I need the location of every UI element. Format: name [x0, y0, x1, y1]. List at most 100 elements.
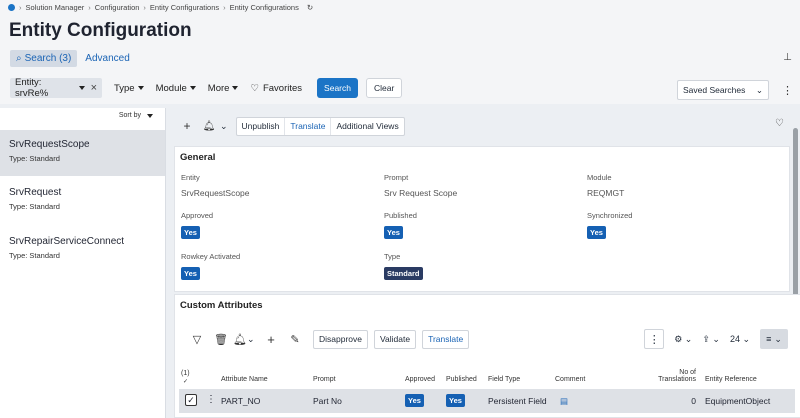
type-filter-label: Type: [114, 82, 135, 94]
add-icon[interactable]: +: [259, 332, 283, 347]
export-icon[interactable]: ⇪ ⌄: [702, 334, 720, 345]
translate-button[interactable]: Translate: [285, 117, 332, 135]
list-item[interactable]: SrvRequestScope Type: Standard: [0, 130, 165, 176]
more-options-icon[interactable]: ⋮: [644, 329, 665, 349]
page-title: Entity Configuration: [9, 20, 192, 41]
refresh-icon[interactable]: ↻: [307, 3, 313, 12]
sort-by-label: Sort by: [118, 112, 141, 119]
column-approved[interactable]: Approved: [405, 376, 435, 383]
type-label: Type: [384, 252, 401, 261]
close-icon[interactable]: ×: [91, 82, 97, 94]
page-size-select[interactable]: 24 ⌄: [730, 334, 750, 345]
custom-attributes-card: Custom Attributes ▽ 🗑︎ 🔔︎ ⌄ + ✎ Disappro…: [174, 294, 800, 418]
tab-advanced[interactable]: Advanced: [83, 50, 131, 67]
saved-searches-label: Saved Searches: [683, 85, 746, 95]
more-options-icon[interactable]: ⋮: [206, 394, 216, 405]
chevron-down-icon: [137, 86, 144, 90]
breadcrumb-item[interactable]: Configuration: [95, 3, 140, 12]
row-checkbox[interactable]: ✓: [185, 394, 197, 406]
trash-icon[interactable]: 🗑︎: [209, 333, 233, 346]
chevron-down-icon: ⌄: [755, 84, 763, 95]
column-published[interactable]: Published: [446, 376, 477, 383]
bell-icon[interactable]: 🔔︎: [233, 333, 247, 346]
view-mode-button[interactable]: ≡ ⌄: [760, 329, 788, 349]
chevron-down-icon: [147, 113, 153, 118]
chevron-down-icon: [232, 86, 239, 90]
page-size-value: 24: [729, 333, 740, 344]
list-item-name: SrvRepairServiceConnect: [9, 236, 125, 247]
comment-icon[interactable]: ▤: [560, 396, 568, 407]
column-entity-reference[interactable]: Entity Reference: [705, 376, 757, 383]
tab-search-label: Search (3): [24, 53, 72, 64]
approved-badge: Yes: [181, 226, 200, 239]
home-icon[interactable]: [8, 4, 15, 11]
heart-icon[interactable]: ♡: [775, 118, 784, 129]
published-field: Published Yes: [384, 211, 417, 239]
cell-translations: 0: [691, 396, 696, 406]
translate-button[interactable]: Translate: [422, 329, 470, 349]
edit-icon[interactable]: ✎: [283, 333, 307, 346]
bell-icon[interactable]: 🔔︎: [198, 121, 220, 132]
heart-icon: ♡: [250, 82, 259, 94]
table-row[interactable]: ✓ ⋮ PART_NO Part No Yes Yes Persistent F…: [179, 389, 795, 413]
chevron-right-icon: ›: [223, 3, 226, 12]
breadcrumb-item[interactable]: Entity Configurations: [150, 3, 219, 12]
additional-views-button[interactable]: Additional Views: [331, 118, 403, 135]
clear-button[interactable]: Clear: [365, 78, 403, 98]
disapprove-button[interactable]: Disapprove: [313, 329, 368, 349]
more-options-icon[interactable]: ⋮: [782, 84, 793, 97]
cell-prompt: Part No: [313, 396, 342, 406]
list-item[interactable]: SrvRequest Type: Standard: [0, 178, 165, 224]
cell-attribute-name: PART_NO: [221, 396, 261, 406]
column-field-type[interactable]: Field Type: [488, 376, 520, 383]
detail-toolbar: + 🔔︎ ⌄ Unpublish Translate Additional Vi…: [176, 116, 405, 136]
module-value: REQMGT: [587, 188, 625, 198]
column-prompt[interactable]: Prompt: [313, 376, 336, 383]
header-area: › Solution Manager › Configuration › Ent…: [0, 0, 800, 104]
checkmark-icon: ✓: [183, 379, 189, 385]
column-comment[interactable]: Comment: [555, 376, 585, 383]
list-item[interactable]: SrvRepairServiceConnect Type: Standard: [0, 227, 165, 273]
list-item-name: SrvRequest: [9, 187, 62, 198]
module-label: Module: [587, 173, 612, 182]
type-badge: Standard: [384, 267, 423, 280]
tab-search[interactable]: ⌕ Search (3): [10, 50, 78, 67]
column-translations[interactable]: No of Translations: [656, 369, 696, 383]
pin-icon[interactable]: ⊥: [783, 52, 792, 63]
module-filter[interactable]: Module: [156, 83, 196, 94]
entity-filter-label: Entity: srvRe%: [15, 77, 49, 99]
settings-icon[interactable]: ⚙ ⌄: [674, 334, 692, 345]
type-filter[interactable]: Type: [114, 83, 144, 94]
chevron-right-icon: ›: [143, 3, 146, 12]
breadcrumb-item[interactable]: Solution Manager: [26, 3, 85, 12]
cell-approved-badge: Yes: [405, 394, 424, 407]
more-filter[interactable]: More: [208, 83, 239, 94]
chevron-down-icon[interactable]: ⌄: [247, 334, 259, 345]
prompt-label: Prompt: [384, 173, 409, 182]
rowkey-label: Rowkey Activated: [181, 252, 241, 261]
more-filter-label: More: [207, 82, 230, 94]
validate-button[interactable]: Validate: [374, 329, 417, 349]
approved-label: Approved: [181, 211, 214, 220]
filter-icon[interactable]: ▽: [185, 333, 209, 346]
chevron-right-icon: ›: [19, 3, 22, 12]
sort-by-button[interactable]: Sort by: [119, 112, 153, 119]
published-label: Published: [384, 211, 417, 220]
add-icon[interactable]: +: [176, 119, 198, 133]
entity-filter-chip[interactable]: Entity: srvRe% ×: [10, 77, 102, 99]
filter-bar: Entity: srvRe% × Type Module More ♡ Favor…: [10, 77, 403, 99]
scrollbar[interactable]: [793, 128, 798, 308]
search-button[interactable]: Search: [317, 78, 358, 98]
column-translations-line2: Translations: [658, 376, 696, 383]
saved-searches-select[interactable]: Saved Searches ⌄: [677, 80, 769, 100]
favorites-filter[interactable]: ♡ Favorites: [250, 83, 302, 94]
column-attribute-name[interactable]: Attribute Name: [221, 376, 268, 383]
chevron-down-icon: [78, 86, 85, 90]
selected-count: (1): [181, 370, 190, 377]
unpublish-button[interactable]: Unpublish: [237, 117, 286, 135]
list-item-type: Type: Standard: [9, 251, 60, 260]
detail-actions: Unpublish Translate Additional Views: [235, 116, 405, 136]
chevron-down-icon[interactable]: ⌄: [220, 121, 228, 132]
breadcrumb-item[interactable]: Entity Configurations: [230, 3, 299, 12]
type-field: Type Standard: [384, 252, 423, 280]
